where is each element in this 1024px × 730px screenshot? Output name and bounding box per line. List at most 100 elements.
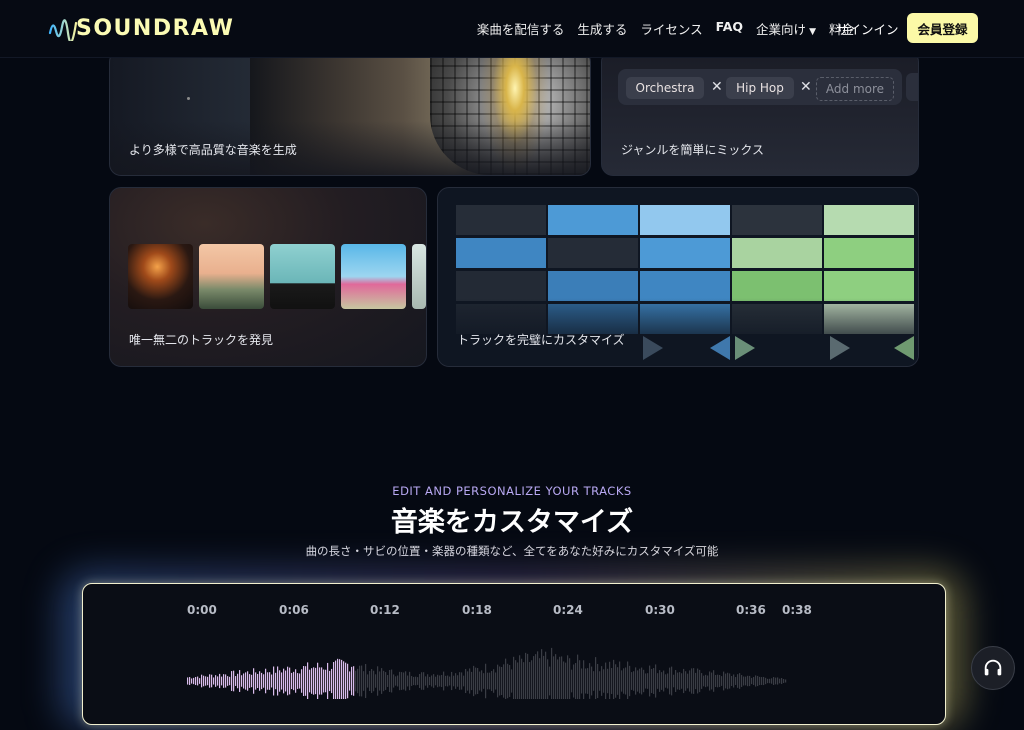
waveform-bar: [535, 654, 537, 699]
genre-tag-orchestra[interactable]: Orchestra: [626, 77, 704, 99]
waveform-bar: [701, 673, 703, 689]
grid-cell[interactable]: [732, 205, 822, 235]
nav-item-faq[interactable]: FAQ: [716, 19, 743, 38]
waveform-bar: [673, 674, 675, 688]
waveform-bar: [767, 678, 769, 684]
waveform-bar: [733, 674, 735, 688]
grid-cell[interactable]: [824, 205, 914, 235]
waveform-bar: [207, 676, 209, 686]
headset-icon: [984, 659, 1002, 676]
waveform-bar: [731, 676, 733, 686]
brand-name: SOUNDRAW: [76, 15, 235, 41]
waveform-bar: [691, 668, 693, 694]
waveform-bar: [735, 677, 737, 685]
waveform-bar: [575, 663, 577, 699]
timeline-tick: 0:00: [187, 603, 217, 617]
play-icon: [735, 336, 755, 360]
waveform-bar: [537, 651, 539, 699]
waveform-bar: [601, 666, 603, 696]
waveform-bar: [309, 669, 311, 693]
nav-item-distribute[interactable]: 楽曲を配信する: [477, 19, 565, 38]
nav-item-generate[interactable]: 生成する: [577, 19, 627, 38]
waveform-bar: [449, 676, 451, 686]
waveform-bar: [667, 673, 669, 689]
waveform-bar: [543, 655, 545, 699]
waveform-bar: [665, 674, 667, 688]
waveform-bar: [703, 675, 705, 687]
waveform-bar: [539, 658, 541, 699]
grid-cell[interactable]: [640, 205, 730, 235]
grid-cell[interactable]: [732, 238, 822, 268]
waveform-bar: [527, 653, 529, 699]
waveform-bar: [323, 669, 325, 693]
track-cover-image[interactable]: [128, 244, 193, 309]
waveform-bar: [445, 675, 447, 687]
grid-cell[interactable]: [456, 205, 546, 235]
genre-tag-hiphop[interactable]: Hip Hop: [726, 77, 794, 99]
waveform-bar: [763, 676, 765, 686]
waveform-bar: [475, 667, 477, 695]
waveform-bar: [509, 665, 511, 697]
signin-link[interactable]: サインイン: [836, 19, 899, 38]
grid-cell[interactable]: [548, 238, 638, 268]
waveform-bar: [549, 666, 551, 696]
waveform-bar: [531, 660, 533, 699]
waveform-bar: [195, 676, 197, 686]
waveform-bar: [311, 668, 313, 694]
waveform-bar: [783, 678, 785, 684]
waveform-bar: [417, 677, 419, 685]
add-more-input[interactable]: Add more: [816, 77, 894, 101]
track-cover-image[interactable]: [270, 244, 335, 309]
waveform-bar: [755, 675, 757, 687]
grid-cell[interactable]: [732, 271, 822, 301]
waveform-bar: [255, 672, 257, 690]
grid-cell[interactable]: [548, 205, 638, 235]
track-cover-image[interactable]: [412, 244, 426, 309]
waveform-bar: [609, 661, 611, 699]
waveform-bar: [335, 660, 337, 699]
waveform-bar: [365, 664, 367, 698]
support-chat-button[interactable]: [971, 646, 1015, 690]
grid-cell[interactable]: [824, 271, 914, 301]
waveform-bar: [637, 670, 639, 692]
waveform-bar: [357, 668, 359, 694]
grid-cell[interactable]: [640, 238, 730, 268]
grid-cell[interactable]: [640, 271, 730, 301]
audio-waveform[interactable]: [187, 629, 787, 699]
card-label: より多様で高品質な音楽を生成: [129, 143, 297, 157]
nav-item-enterprise[interactable]: 企業向け ▼: [756, 19, 816, 38]
waveform-bar: [235, 676, 237, 686]
waveform-bar: [451, 671, 453, 691]
waveform-bar: [599, 671, 601, 691]
track-editor[interactable]: 0:00 0:06 0:12 0:18 0:24 0:30 0:36 0:38: [82, 583, 946, 725]
genre-tag-bar: Orchestra ✕ Hip Hop ✕ Add more: [618, 69, 902, 105]
waveform-bar: [479, 671, 481, 691]
waveform-bar: [765, 677, 767, 685]
waveform-bar: [697, 668, 699, 694]
waveform-bar: [279, 670, 281, 692]
grid-cell[interactable]: [456, 238, 546, 268]
grid-cell[interactable]: [548, 271, 638, 301]
waveform-bar: [471, 671, 473, 691]
track-cover-image[interactable]: [341, 244, 406, 309]
brand-logo[interactable]: SOUNDRAW: [48, 14, 234, 42]
waveform-bar: [723, 671, 725, 691]
track-cover-image[interactable]: [199, 244, 264, 309]
waveform-bar: [399, 671, 401, 691]
waveform-bar: [737, 674, 739, 688]
nav-item-license[interactable]: ライセンス: [640, 19, 702, 38]
grid-cell[interactable]: [456, 271, 546, 301]
close-icon[interactable]: ✕: [800, 79, 812, 95]
waveform-bar: [243, 673, 245, 689]
close-icon[interactable]: ✕: [711, 79, 723, 95]
waveform-bar: [713, 670, 715, 692]
waveform-bar: [633, 671, 635, 691]
waveform-bar: [349, 671, 351, 691]
waveform-bar: [225, 674, 227, 688]
main-menu: 楽曲を配信する 生成する ライセンス FAQ 企業向け ▼ 料金: [477, 19, 854, 38]
grid-cell[interactable]: [824, 238, 914, 268]
signup-button[interactable]: 会員登録: [907, 13, 978, 43]
waveform-bar: [555, 654, 557, 699]
waveform-bar: [639, 668, 641, 694]
waveform-bar: [583, 660, 585, 699]
